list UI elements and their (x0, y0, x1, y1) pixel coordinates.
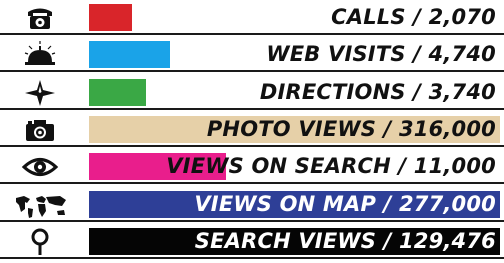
label-search-views: SEARCH VIEWS / 129,476 (194, 228, 496, 253)
label-web-visits: WEB VISITS / 4,740 (266, 42, 496, 67)
row-divider (0, 33, 504, 35)
label-calls: CALLS / 2,070 (331, 5, 496, 29)
bar-directions (89, 78, 146, 106)
label-views-on-map: VIEWS ON MAP / 277,000 (194, 191, 496, 216)
row-divider (0, 107, 504, 110)
bar-calls (89, 4, 132, 31)
row-divider (0, 219, 504, 222)
label-photo-views: PHOTO VIEWS / 316,000 (206, 116, 496, 141)
bar-web-visits (89, 41, 171, 69)
row-divider (0, 182, 504, 185)
world-map-icon (8, 190, 72, 220)
row-divider (0, 256, 504, 259)
compass-star-icon (8, 78, 72, 108)
row-divider (0, 70, 504, 73)
magnifier-icon (8, 227, 72, 257)
desk-bell-icon (8, 40, 72, 70)
telephone-icon (8, 3, 72, 33)
label-views-on-search: VIEWS ON SEARCH / 11,000 (166, 154, 496, 179)
row-divider (0, 144, 504, 147)
eye-icon (8, 152, 72, 182)
camera-icon (8, 115, 72, 145)
label-directions: DIRECTIONS / 3,740 (259, 79, 496, 104)
stats-chart: CALLS / 2,070 WEB VISITS / 4,740 DIRECTION… (0, 0, 504, 263)
